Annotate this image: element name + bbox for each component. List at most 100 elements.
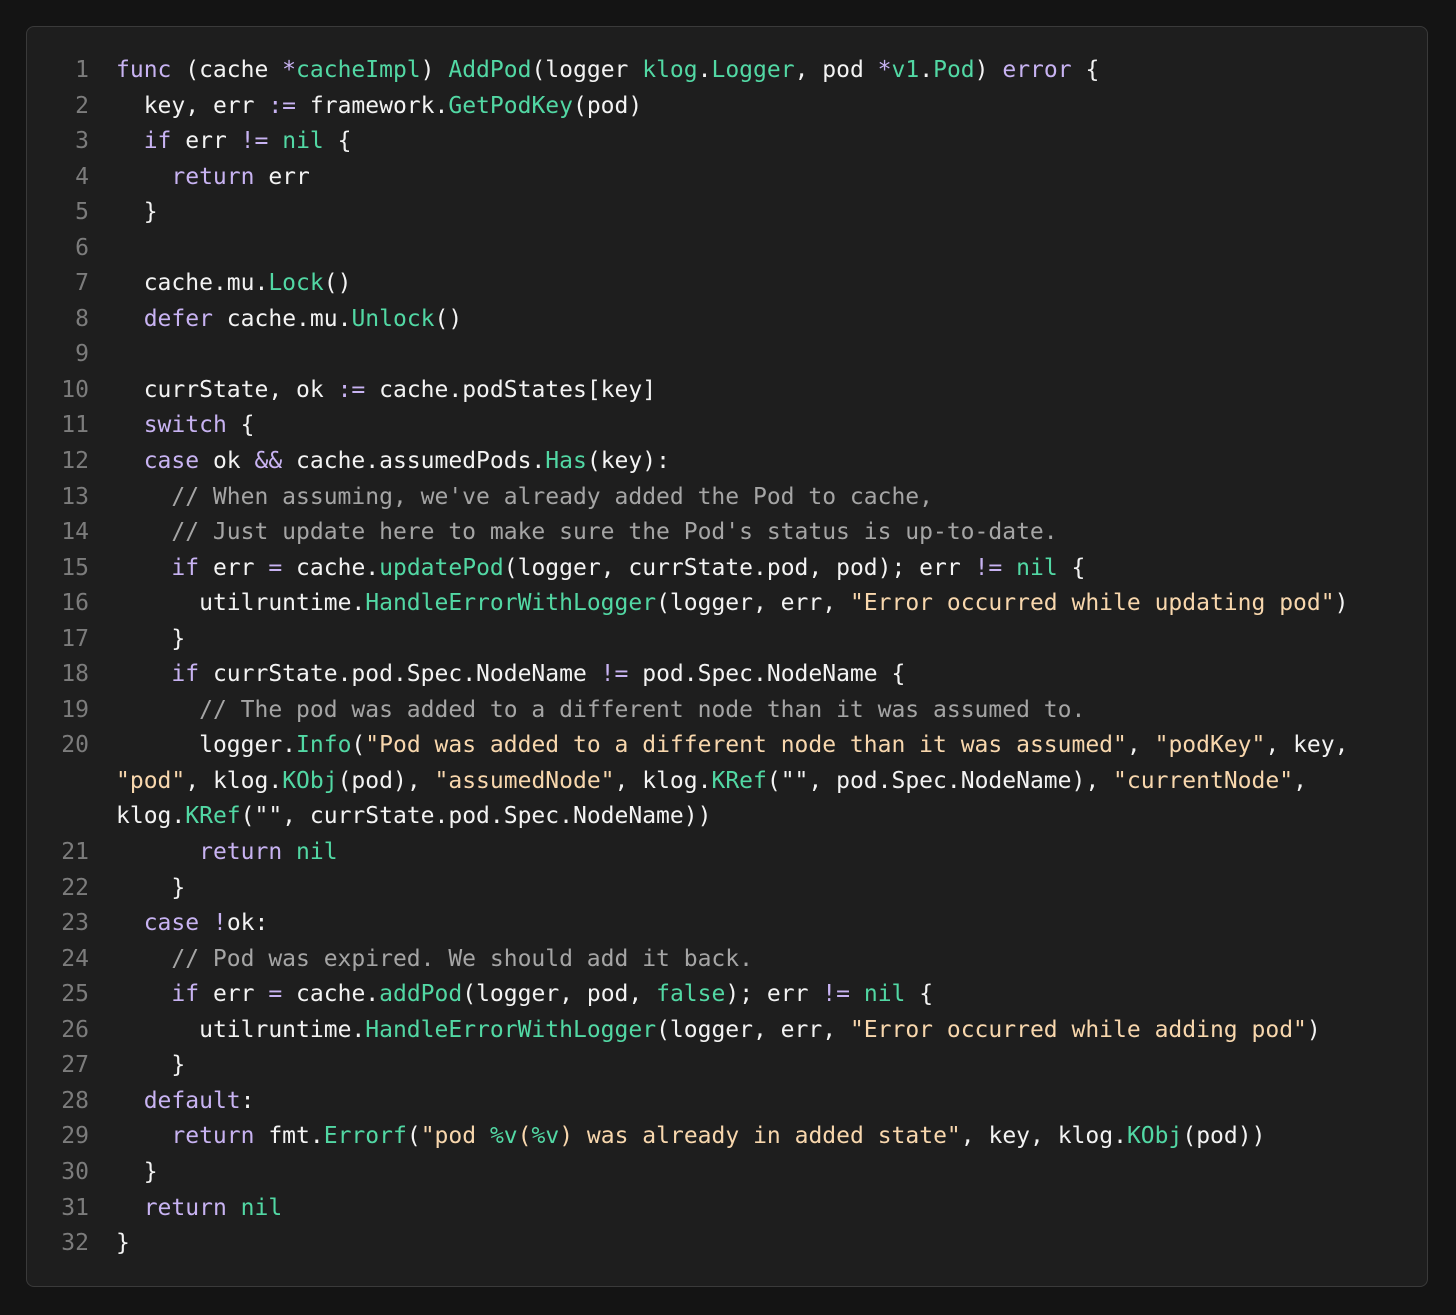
code-token: (logger bbox=[531, 57, 643, 83]
line-number: 21 bbox=[61, 839, 89, 866]
code-token: logger. bbox=[116, 732, 297, 759]
line-code: case !ok: bbox=[116, 906, 1406, 942]
code-token: } bbox=[116, 199, 158, 226]
line-number: 27 bbox=[61, 1052, 89, 1079]
line-code: return nil bbox=[116, 835, 1406, 871]
code-line: 23 case !ok: bbox=[27, 906, 1427, 942]
code-token: ( bbox=[406, 1123, 421, 1150]
code-line: 18 if currState.pod.Spec.NodeName != pod… bbox=[27, 657, 1427, 693]
line-code: } bbox=[116, 622, 1406, 658]
line-number: 30 bbox=[61, 1158, 89, 1185]
code-line: 22 } bbox=[27, 871, 1427, 907]
code-token: Errorf bbox=[323, 1123, 407, 1150]
code-line: 1 func (cache *cacheImpl) AddPod(logger k… bbox=[27, 53, 1427, 89]
code-token: != bbox=[240, 128, 269, 155]
code-token: != bbox=[974, 554, 1003, 581]
line-code: } bbox=[116, 1155, 1406, 1191]
code-token: ) bbox=[1306, 1016, 1321, 1043]
code-token: nil bbox=[863, 981, 906, 1008]
line-number: 2 bbox=[75, 92, 89, 119]
code-token: Lock bbox=[268, 270, 324, 297]
line-number: 4 bbox=[75, 163, 89, 190]
code-token: err bbox=[199, 981, 269, 1008]
code-editor-panel: 1 func (cache *cacheImpl) AddPod(logger k… bbox=[26, 26, 1428, 1287]
code-token: () bbox=[323, 270, 352, 297]
code-token: // When assuming, we've already added th… bbox=[171, 483, 933, 510]
line-number: 22 bbox=[61, 874, 89, 901]
code-token: , pod bbox=[794, 57, 878, 83]
line-code: return fmt.Errorf("pod %v(%v) was alread… bbox=[116, 1119, 1406, 1155]
code-token: ("", currState.pod.Spec.NodeName)) bbox=[240, 803, 712, 830]
code-token: false bbox=[656, 981, 726, 1008]
code-token: , key, klog. bbox=[960, 1123, 1127, 1150]
code-token: // Just update here to make sure the Pod… bbox=[171, 519, 1058, 546]
code-token: "pod bbox=[420, 1123, 490, 1150]
code-token: cache.mu. bbox=[212, 305, 352, 332]
code-token: , key, bbox=[1265, 732, 1363, 759]
code-line: 30 } bbox=[27, 1155, 1427, 1191]
code-token: err bbox=[254, 163, 310, 190]
code-token: %v bbox=[531, 1123, 560, 1150]
code-token: Info bbox=[296, 732, 352, 759]
code-token: v1 bbox=[891, 57, 920, 83]
code-token: return bbox=[171, 1123, 255, 1150]
line-number: 32 bbox=[61, 1230, 89, 1257]
code-token: nil bbox=[296, 839, 338, 866]
code-token: default bbox=[143, 1087, 241, 1114]
line-number: 7 bbox=[75, 270, 89, 297]
code-token: cache. bbox=[282, 981, 380, 1008]
code-token: pod.Spec.NodeName { bbox=[628, 661, 906, 688]
code-token: utilruntime. bbox=[116, 1016, 366, 1043]
code-line: 13 // When assuming, we've already added… bbox=[27, 480, 1427, 516]
code-line: 7 cache.mu.Lock() bbox=[27, 266, 1427, 302]
line-code: } bbox=[116, 1048, 1406, 1084]
code-token: KObj bbox=[282, 767, 338, 794]
code-token: if bbox=[171, 661, 200, 688]
code-token: KObj bbox=[1126, 1123, 1183, 1150]
code-token: ( bbox=[351, 732, 366, 759]
code-token: (cache bbox=[171, 57, 283, 83]
code-token: { bbox=[905, 981, 934, 1008]
code-token: Unlock bbox=[351, 305, 435, 332]
code-token: framework. bbox=[296, 92, 449, 119]
code-token: , klog. bbox=[185, 767, 283, 794]
code-token: := bbox=[268, 92, 297, 119]
code-token: } bbox=[116, 1230, 130, 1257]
code-token: currState.pod.Spec.NodeName bbox=[199, 661, 601, 688]
line-code: func (cache *cacheImpl) AddPod(logger kl… bbox=[116, 53, 1406, 89]
code-token: cache.podStates[key] bbox=[365, 376, 657, 403]
code-token: ) bbox=[420, 57, 449, 83]
line-number: 5 bbox=[75, 199, 89, 226]
code-token: "Error occurred while updating pod" bbox=[849, 590, 1335, 617]
code-token: { bbox=[1057, 554, 1086, 581]
line-code: // The pod was added to a different node… bbox=[116, 693, 1406, 729]
code-line: 24 // Pod was expired. We should add it … bbox=[27, 942, 1427, 978]
code-token: cache.assumedPods. bbox=[282, 448, 546, 475]
line-code: utilruntime.HandleErrorWithLogger(logger… bbox=[116, 586, 1406, 622]
line-code: utilruntime.HandleErrorWithLogger(logger… bbox=[116, 1013, 1406, 1049]
code-line: 11 switch { bbox=[27, 408, 1427, 444]
code-line: 21 return nil bbox=[27, 835, 1427, 871]
code-token: } bbox=[116, 1052, 186, 1079]
line-code: if err = cache.addPod(logger, pod, false… bbox=[116, 977, 1406, 1013]
code-token: ! bbox=[212, 910, 227, 937]
code-block[interactable]: 1 func (cache *cacheImpl) AddPod(logger k… bbox=[27, 53, 1427, 1262]
code-token: error bbox=[1002, 57, 1072, 83]
code-token: : bbox=[240, 1087, 255, 1114]
code-token: * bbox=[282, 57, 297, 83]
line-code: if err = cache.updatePod(logger, currSta… bbox=[116, 551, 1406, 587]
code-token: := bbox=[337, 376, 366, 403]
code-token: , bbox=[1126, 732, 1155, 759]
code-token: return bbox=[199, 839, 283, 866]
code-token: key, err bbox=[116, 92, 269, 119]
